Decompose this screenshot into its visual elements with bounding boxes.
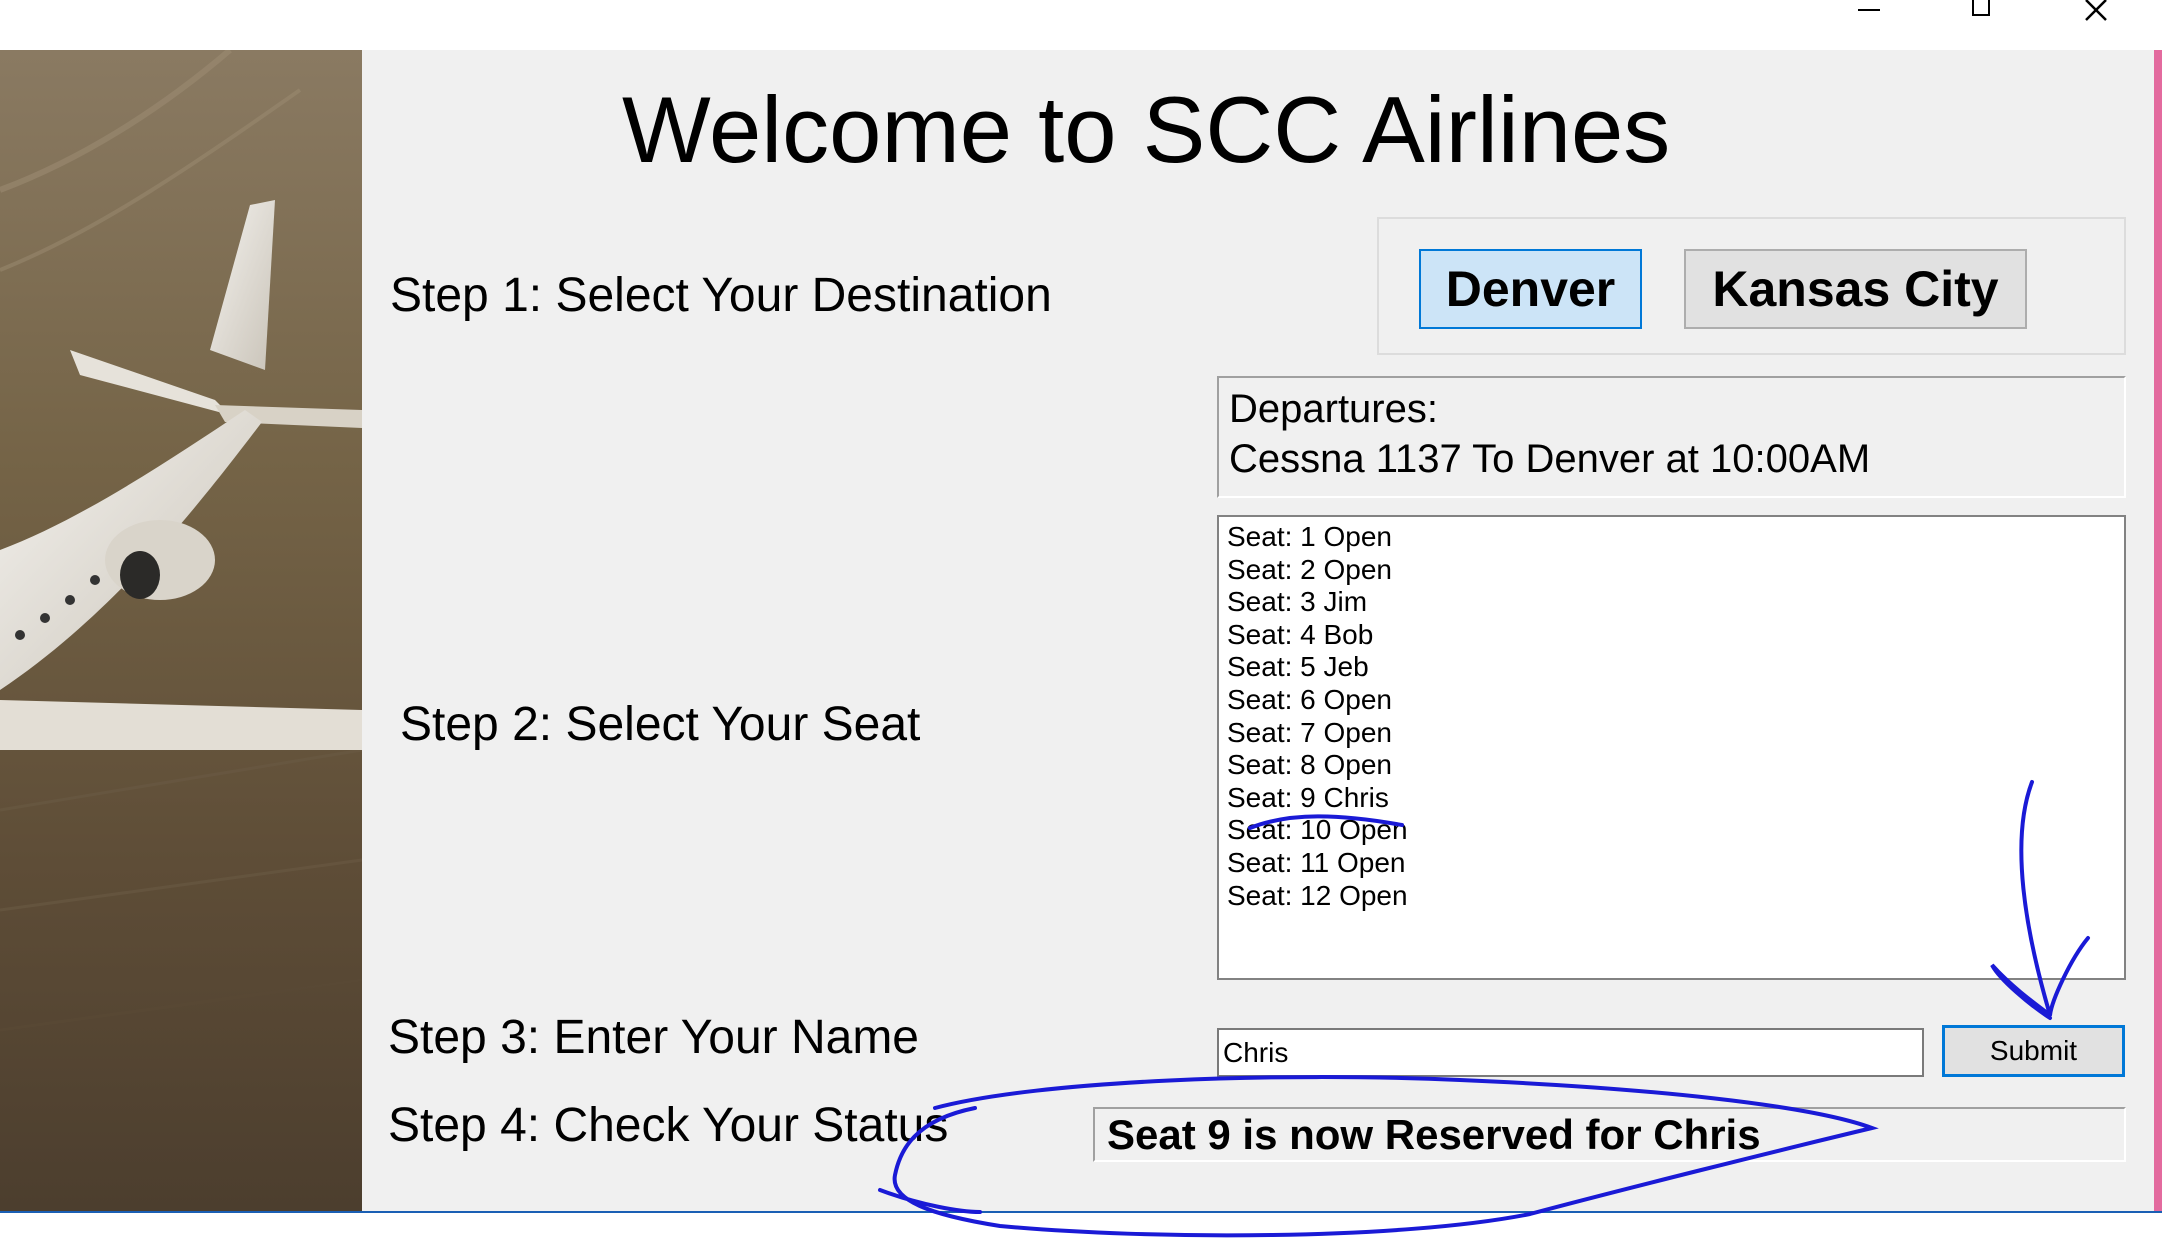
maximize-button[interactable] (1952, 0, 2012, 30)
taskbar-edge (0, 1211, 2162, 1213)
close-icon (2085, 0, 2107, 21)
seat-list-item[interactable]: Seat: 8 Open (1227, 749, 2116, 782)
seat-list-item[interactable]: Seat: 1 Open (1227, 521, 2116, 554)
seat-list-item[interactable]: Seat: 10 Open (1227, 814, 2116, 847)
seat-listbox[interactable]: Seat: 1 Open Seat: 2 Open Seat: 3 Jim Se… (1217, 515, 2126, 980)
departure-flight: Cessna 1137 To Denver at 10:00AM (1229, 437, 1871, 481)
status-label: Seat 9 is now Reserved for Chris (1093, 1107, 2126, 1162)
departures-label: Departures: Cessna 1137 To Denver at 10:… (1217, 376, 2126, 498)
step3-label: Step 3: Enter Your Name (388, 1011, 919, 1064)
airplane-photo (0, 50, 362, 1212)
minimize-button[interactable] (1838, 0, 1898, 30)
step2-label: Step 2: Select Your Seat (400, 698, 921, 751)
page-title: Welcome to SCC Airlines (622, 77, 1671, 182)
title-bar (0, 0, 2162, 50)
step1-label: Step 1: Select Your Destination (390, 269, 1052, 322)
window-border (2154, 50, 2162, 1212)
step4-label: Step 4: Check Your Status (388, 1099, 949, 1152)
close-button[interactable] (2068, 0, 2128, 30)
minimize-icon (1858, 9, 1880, 11)
seat-list-item[interactable]: Seat: 7 Open (1227, 717, 2116, 750)
seat-list-item[interactable]: Seat: 6 Open (1227, 684, 2116, 717)
seat-list-item[interactable]: Seat: 3 Jim (1227, 586, 2116, 619)
seat-list-item[interactable]: Seat: 9 Chris (1227, 782, 2116, 815)
seat-list-item[interactable]: Seat: 12 Open (1227, 880, 2116, 913)
seat-list-item[interactable]: Seat: 4 Bob (1227, 619, 2116, 652)
denver-button[interactable]: Denver (1419, 249, 1642, 329)
kansas-city-button[interactable]: Kansas City (1684, 249, 2027, 329)
submit-button[interactable]: Submit (1942, 1025, 2125, 1077)
name-input[interactable] (1217, 1028, 1924, 1077)
maximize-icon (1972, 0, 1990, 16)
seat-list-item[interactable]: Seat: 2 Open (1227, 554, 2116, 587)
departures-heading: Departures: (1229, 387, 1438, 431)
seat-list-item[interactable]: Seat: 5 Jeb (1227, 651, 2116, 684)
seat-list-item[interactable]: Seat: 11 Open (1227, 847, 2116, 880)
airplane-image (0, 50, 362, 1212)
